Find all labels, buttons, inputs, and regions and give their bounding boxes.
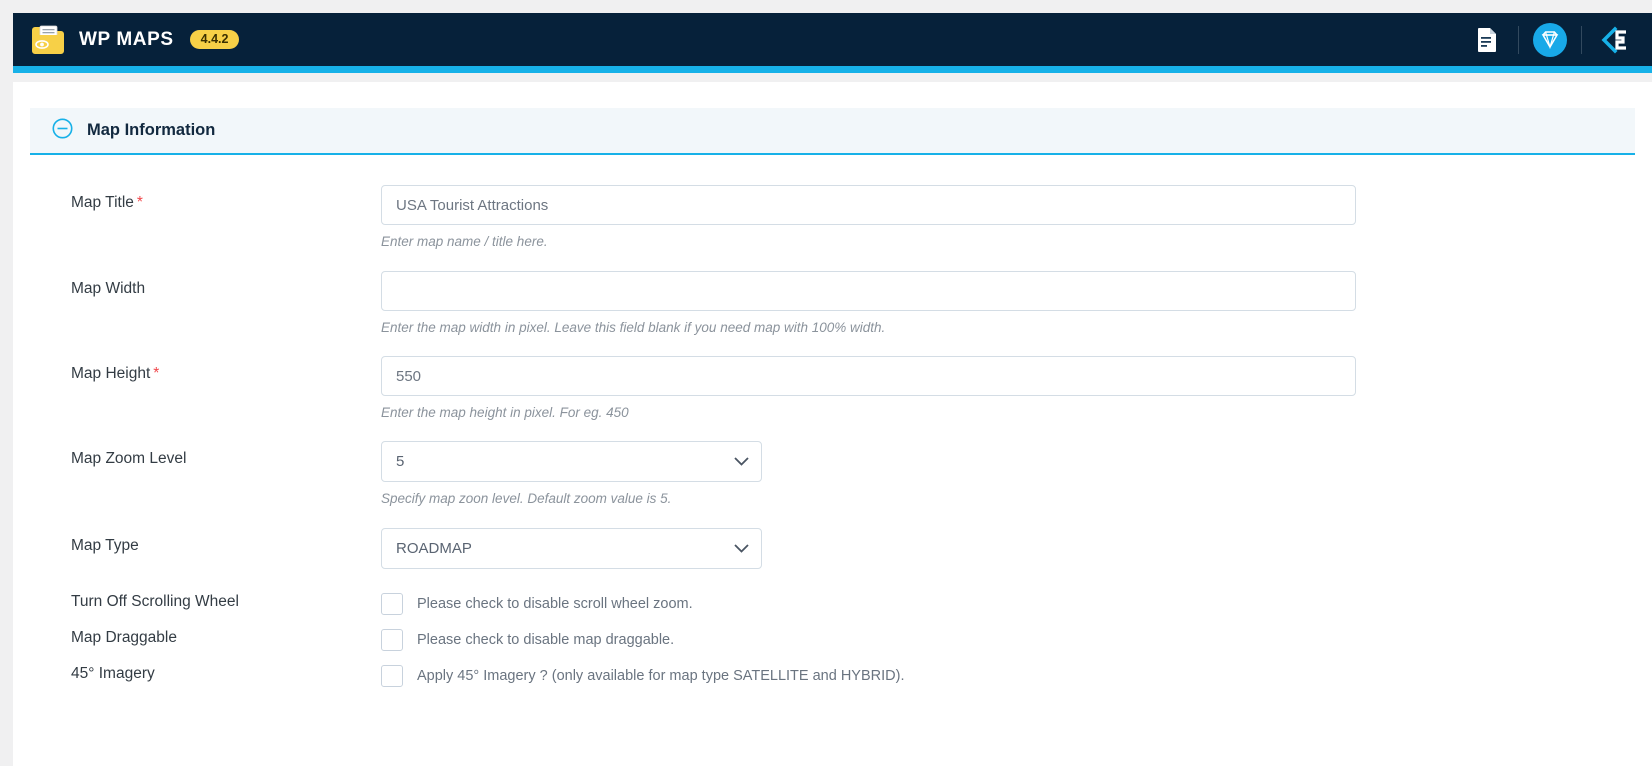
map-type-label: Map Type xyxy=(71,537,139,554)
map-draggable-checkbox-row: Please check to disable map draggable. xyxy=(381,629,1632,651)
brand-name: WP MAPS xyxy=(79,28,174,50)
map-information-panel-header[interactable]: Map Information xyxy=(30,108,1635,155)
version-badge: 4.4.2 xyxy=(189,29,240,50)
field-row-map-draggable: Map Draggable Please check to disable ma… xyxy=(13,629,1652,651)
map-height-label-text: Map Height xyxy=(71,365,151,382)
scroll-wheel-checkbox-text: Please check to disable scroll wheel zoo… xyxy=(417,596,693,612)
field-row-map-width: Map Width Enter the map width in pixel. … xyxy=(13,271,1652,335)
map-height-label: Map Height * xyxy=(13,356,381,384)
field-row-map-type: Map Type ROADMAP xyxy=(13,528,1652,569)
map-draggable-checkbox-text: Please check to disable map draggable. xyxy=(417,632,675,648)
map-draggable-field: Please check to disable map draggable. xyxy=(381,629,1652,651)
map-type-selected-value[interactable]: ROADMAP xyxy=(381,528,762,569)
panel-title: Map Information xyxy=(87,121,216,139)
map-draggable-checkbox[interactable] xyxy=(381,629,403,651)
top-bar: WP MAPS 4.4.2 xyxy=(13,13,1652,66)
map-type-select[interactable]: ROADMAP xyxy=(381,528,762,569)
field-row-map-zoom-level: Map Zoom Level 5 Specify map zoon level.… xyxy=(13,441,1652,506)
imagery-45-field: Apply 45° Imagery ? (only available for … xyxy=(381,665,1652,687)
chevron-left-logo-icon[interactable] xyxy=(1582,13,1644,66)
map-draggable-label: Map Draggable xyxy=(71,629,177,646)
scroll-wheel-field: Please check to disable scroll wheel zoo… xyxy=(381,593,1652,615)
map-zoom-level-selected-value[interactable]: 5 xyxy=(381,441,762,482)
imagery-45-checkbox-row: Apply 45° Imagery ? (only available for … xyxy=(381,665,1632,687)
required-marker: * xyxy=(153,365,160,382)
map-height-input[interactable] xyxy=(381,356,1356,396)
map-zoom-level-select[interactable]: 5 xyxy=(381,441,762,482)
map-height-help: Enter the map height in pixel. For eg. 4… xyxy=(381,405,629,420)
brand: WP MAPS 4.4.2 xyxy=(13,25,240,55)
field-row-map-title: Map Title* Enter map name / title here. xyxy=(13,185,1652,249)
map-information-form: Map Title* Enter map name / title here. … xyxy=(13,185,1652,687)
accent-stripe xyxy=(13,66,1652,73)
minus-circle-icon[interactable] xyxy=(52,118,73,144)
top-bar-actions xyxy=(1456,13,1652,66)
map-title-field: Enter map name / title here. xyxy=(381,185,1652,249)
scroll-wheel-label: Turn Off Scrolling Wheel xyxy=(71,593,239,610)
map-zoom-level-help: Specify map zoon level. Default zoom val… xyxy=(381,491,672,506)
imagery-45-label: 45° Imagery xyxy=(71,665,155,682)
map-height-field: Enter the map height in pixel. For eg. 4… xyxy=(381,356,1652,420)
map-width-label: Map Width xyxy=(71,280,146,297)
map-width-help: Enter the map width in pixel. Leave this… xyxy=(381,320,886,335)
map-type-field: ROADMAP xyxy=(381,528,1652,569)
map-title-help: Enter map name / title here. xyxy=(381,234,548,249)
map-zoom-level-label: Map Zoom Level xyxy=(71,450,187,467)
required-marker: * xyxy=(136,194,143,211)
diamond-icon[interactable] xyxy=(1519,13,1581,66)
imagery-45-checkbox[interactable] xyxy=(381,665,403,687)
map-title-label-text: Map Title xyxy=(71,194,134,211)
field-row-45-imagery: 45° Imagery Apply 45° Imagery ? (only av… xyxy=(13,665,1652,687)
map-width-input[interactable] xyxy=(381,271,1356,311)
map-title-input[interactable] xyxy=(381,185,1356,225)
map-width-field: Enter the map width in pixel. Leave this… xyxy=(381,271,1652,335)
document-icon[interactable] xyxy=(1456,13,1518,66)
folder-eye-icon xyxy=(31,25,65,55)
scroll-wheel-checkbox-row: Please check to disable scroll wheel zoo… xyxy=(381,593,1632,615)
imagery-45-checkbox-text: Apply 45° Imagery ? (only available for … xyxy=(417,668,905,684)
field-row-scroll-wheel: Turn Off Scrolling Wheel Please check to… xyxy=(13,593,1652,615)
field-row-map-height: Map Height* Enter the map height in pixe… xyxy=(13,356,1652,420)
map-zoom-level-field: 5 Specify map zoon level. Default zoom v… xyxy=(381,441,1652,506)
content-card: Map Information Map Title* Enter map nam… xyxy=(13,82,1652,766)
map-title-label: Map Title * xyxy=(13,185,381,213)
scroll-wheel-checkbox[interactable] xyxy=(381,593,403,615)
